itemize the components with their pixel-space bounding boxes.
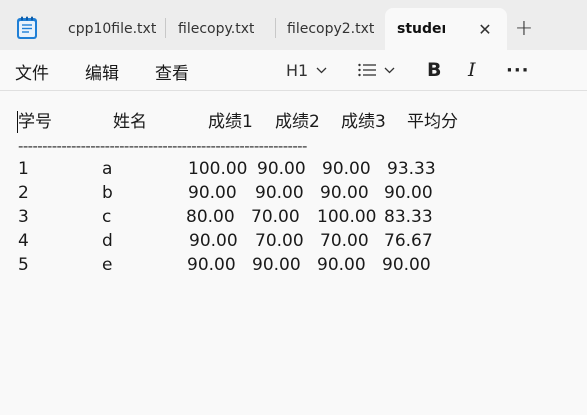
row-name: b: [102, 183, 113, 203]
row-average: 90.00: [382, 255, 431, 275]
list-icon: [358, 63, 376, 77]
row-average: 83.33: [384, 207, 433, 227]
row-score1: 80.00: [186, 207, 235, 227]
header-average: 平均分: [407, 112, 458, 132]
row-name: a: [102, 159, 113, 179]
row-score3: 90.00: [322, 159, 371, 179]
chevron-down-icon: [316, 67, 327, 73]
close-icon[interactable]: ✕: [475, 19, 495, 39]
row-id: 5: [18, 255, 29, 275]
header-line: 学号 姓名 成绩1 成绩2 成绩3 平均分: [18, 112, 458, 132]
chevron-down-icon: [384, 67, 395, 73]
header-id: 学号: [18, 112, 52, 132]
table-row: 5 e 90.00 90.00 90.00 90.00: [18, 255, 431, 275]
row-id: 3: [18, 207, 29, 227]
tab-label: filecopy2.txt: [287, 21, 375, 37]
row-score2: 90.00: [252, 255, 301, 275]
header-score2: 成绩2: [275, 112, 320, 132]
list-dropdown[interactable]: [358, 58, 395, 82]
row-id: 4: [18, 231, 29, 251]
row-score1: 90.00: [187, 255, 236, 275]
row-score1: 90.00: [189, 231, 238, 251]
bold-button[interactable]: B: [427, 58, 441, 82]
tab-label: cpp10file.txt: [68, 21, 157, 37]
row-average: 90.00: [384, 183, 433, 203]
row-score2: 90.00: [257, 159, 306, 179]
notepad-app-icon: [17, 16, 37, 39]
tab-filecopy2[interactable]: filecopy2.txt: [276, 8, 393, 50]
menu-toolbar: 文件 编辑 查看 H1 B I ···: [0, 50, 587, 91]
row-score3: 70.00: [320, 231, 369, 251]
tab-strip: cpp10file.txt filecopy.txt filecopy2.txt…: [0, 0, 587, 50]
row-score2: 70.00: [251, 207, 300, 227]
table-row: 1 a 100.00 90.00 90.00 93.33: [18, 159, 436, 179]
row-average: 76.67: [384, 231, 433, 251]
plus-icon[interactable]: +: [512, 16, 536, 41]
table-row: 4 d 90.00 70.00 70.00 76.67: [18, 231, 433, 251]
text-editor[interactable]: 学号 姓名 成绩1 成绩2 成绩3 平均分 ------------------…: [0, 91, 587, 413]
row-average: 93.33: [387, 159, 436, 179]
row-name: e: [102, 255, 113, 275]
menu-view[interactable]: 查看: [155, 59, 189, 84]
heading-label: H1: [286, 60, 309, 80]
header-name: 姓名: [113, 112, 147, 132]
tab-filecopy[interactable]: filecopy.txt: [166, 8, 286, 50]
row-name: d: [102, 231, 113, 251]
menu-file[interactable]: 文件: [15, 59, 49, 84]
menu-edit[interactable]: 编辑: [85, 59, 119, 84]
italic-button[interactable]: I: [468, 58, 476, 82]
header-score1: 成绩1: [208, 112, 253, 132]
row-score2: 90.00: [255, 183, 304, 203]
row-score2: 70.00: [255, 231, 304, 251]
row-id: 1: [18, 159, 29, 179]
row-score1: 90.00: [188, 183, 237, 203]
heading-dropdown[interactable]: H1: [286, 58, 327, 82]
row-id: 2: [18, 183, 29, 203]
divider-line: ----------------------------------------…: [18, 137, 307, 155]
header-score3: 成绩3: [341, 112, 386, 132]
table-row: 3 c 80.00 70.00 100.00 83.33: [18, 207, 433, 227]
row-score3: 100.00: [317, 207, 377, 227]
row-score3: 90.00: [317, 255, 366, 275]
more-options-button[interactable]: ···: [506, 58, 530, 82]
row-score1: 100.00: [188, 159, 248, 179]
tab-student-active[interactable]: student ✕: [385, 8, 507, 50]
row-score3: 90.00: [320, 183, 369, 203]
tab-cpp10file[interactable]: cpp10file.txt: [56, 8, 176, 50]
tab-label: filecopy.txt: [178, 21, 255, 37]
table-row: 2 b 90.00 90.00 90.00 90.00: [18, 183, 433, 203]
tab-label: student: [397, 21, 445, 37]
row-name: c: [102, 207, 112, 227]
